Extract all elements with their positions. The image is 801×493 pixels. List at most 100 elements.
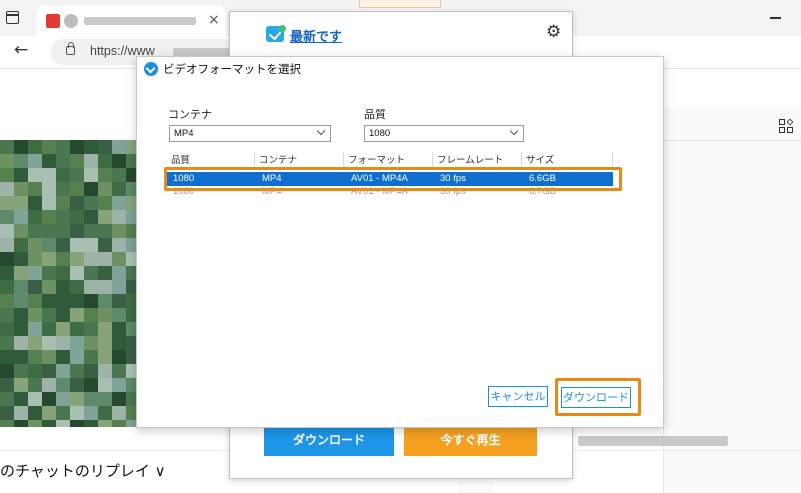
thumbnail-pixel [0, 238, 14, 252]
thumbnail-pixel [28, 210, 42, 224]
thumbnail-pixel [14, 168, 28, 182]
video-thumbnail[interactable] [0, 140, 136, 427]
play-now-button[interactable]: 今すぐ再生 [404, 424, 537, 456]
thumbnail-pixel [126, 238, 136, 252]
thumbnail-pixel [0, 406, 14, 420]
chat-replay-toggle[interactable]: のチャットのリプレイ ∨ [0, 460, 166, 481]
download-button[interactable]: ダウンロード [561, 387, 631, 408]
thumbnail-pixel [56, 196, 70, 210]
thumbnail-pixel [0, 364, 14, 378]
thumbnail-pixel [0, 336, 14, 350]
thumbnail-pixel [98, 196, 112, 210]
thumbnail-pixel [42, 350, 56, 364]
tab-title-redacted [84, 17, 196, 25]
column-header-quality[interactable]: 品質 [167, 152, 255, 166]
thumbnail-pixel [112, 420, 126, 427]
thumbnail-pixel [112, 238, 126, 252]
thumbnail-pixel [70, 364, 84, 378]
thumbnail-pixel [70, 420, 84, 427]
tab-close-icon[interactable]: × [208, 12, 220, 28]
browser-tab[interactable]: × [36, 6, 226, 36]
thumbnail-pixel [56, 252, 70, 266]
thumbnail-pixel [28, 294, 42, 308]
thumbnail-pixel [126, 392, 136, 406]
thumbnail-pixel [70, 406, 84, 420]
thumbnail-pixel [28, 364, 42, 378]
thumbnail-pixel [126, 406, 136, 420]
thumbnail-pixel [126, 420, 136, 427]
thumbnail-pixel [56, 308, 70, 322]
thumbnail-pixel [0, 182, 14, 196]
thumbnail-pixel [84, 364, 98, 378]
thumbnail-pixel [42, 252, 56, 266]
thumbnail-pixel [70, 392, 84, 406]
thumbnail-pixel [14, 266, 28, 280]
thumbnail-pixel [28, 280, 42, 294]
thumbnail-pixel [28, 168, 42, 182]
thumbnail-pixel [0, 280, 14, 294]
thumbnail-pixel [0, 308, 14, 322]
thumbnail-pixel [98, 182, 112, 196]
thumbnail-pixel [56, 238, 70, 252]
thumbnail-pixel [28, 378, 42, 392]
thumbnail-pixel [0, 322, 14, 336]
gear-icon[interactable]: ⚙ [546, 22, 561, 42]
thumbnail-pixel [98, 252, 112, 266]
thumbnail-pixel [14, 294, 28, 308]
thumbnail-pixel [112, 210, 126, 224]
thumbnail-pixel [14, 252, 28, 266]
column-header-size[interactable]: サイズ [522, 152, 613, 166]
thumbnail-pixel [70, 168, 84, 182]
thumbnail-pixel [42, 168, 56, 182]
thumbnail-pixel [42, 140, 56, 154]
thumbnail-pixel [28, 266, 42, 280]
thumbnail-pixel [98, 350, 112, 364]
column-header-format[interactable]: フォーマット [344, 152, 433, 166]
thumbnail-pixel [56, 406, 70, 420]
thumbnail-pixel [14, 140, 28, 154]
thumbnail-pixel [28, 224, 42, 238]
thumbnail-pixel [14, 182, 28, 196]
thumbnail-pixel [56, 336, 70, 350]
window-minimize-icon[interactable] [770, 17, 781, 19]
thumbnail-pixel [98, 336, 112, 350]
thumbnail-pixel [84, 252, 98, 266]
thumbnail-pixel [28, 350, 42, 364]
quality-select[interactable]: 1080 [364, 125, 524, 142]
thumbnail-pixel [28, 406, 42, 420]
thumbnail-pixel [14, 238, 28, 252]
thumbnail-pixel [70, 322, 84, 336]
thumbnail-pixel [112, 154, 126, 168]
thumbnail-pixel [84, 336, 98, 350]
thumbnail-pixel [112, 252, 126, 266]
thumbnail-pixel [0, 294, 14, 308]
back-arrow-icon[interactable]: ← [14, 40, 28, 60]
lock-icon[interactable] [66, 42, 75, 55]
cancel-button[interactable]: キャンセル [488, 386, 548, 407]
tab-favicon-icon [46, 14, 60, 28]
apps-grid-icon[interactable] [779, 118, 794, 134]
tab-actions-icon[interactable] [6, 11, 19, 24]
popup-download-button[interactable]: ダウンロード [264, 424, 394, 456]
thumbnail-pixel [98, 280, 112, 294]
thumbnail-pixel [98, 168, 112, 182]
thumbnail-pixel [70, 182, 84, 196]
thumbnail-pixel [98, 364, 112, 378]
thumbnail-pixel [42, 364, 56, 378]
thumbnail-pixel [14, 308, 28, 322]
thumbnail-pixel [14, 280, 28, 294]
container-select[interactable]: MP4 [169, 125, 331, 142]
thumbnail-pixel [98, 266, 112, 280]
thumbnail-pixel [112, 350, 126, 364]
thumbnail-pixel [70, 378, 84, 392]
update-status-link[interactable]: 最新です [290, 26, 342, 45]
dialog-titlebar: ビデオフォーマットを選択 [137, 57, 663, 79]
thumbnail-pixel [84, 392, 98, 406]
column-header-container[interactable]: コンテナ [255, 152, 344, 166]
divider [663, 140, 801, 141]
thumbnail-pixel [112, 322, 126, 336]
thumbnail-pixel [14, 420, 28, 427]
container-select-value: MP4 [174, 128, 194, 139]
column-header-framerate[interactable]: フレームレート [433, 152, 522, 166]
thumbnail-pixel [56, 224, 70, 238]
